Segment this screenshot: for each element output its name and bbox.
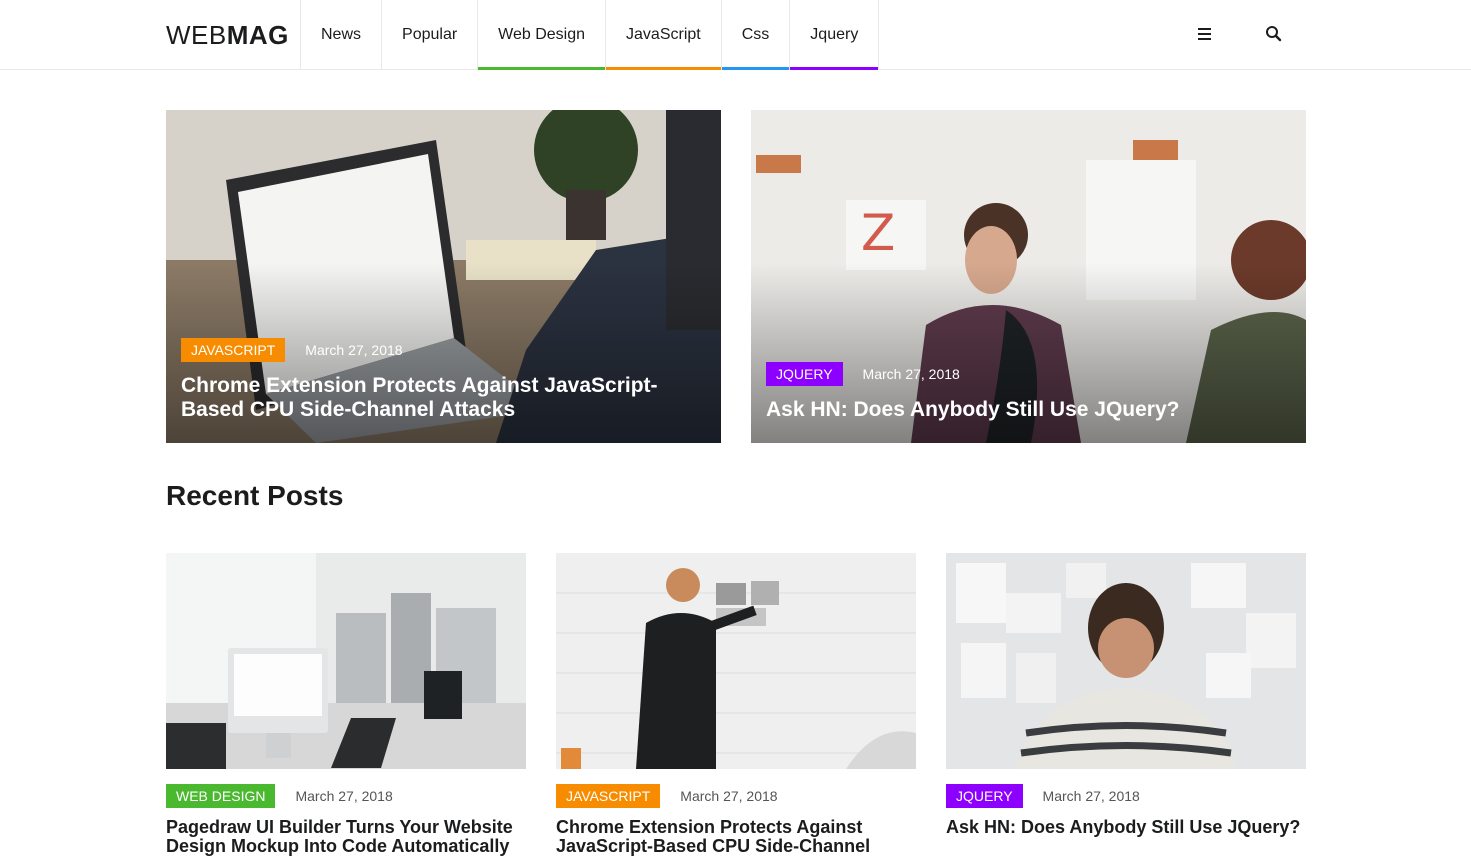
nav-item-label: Popular xyxy=(402,25,458,43)
post-title[interactable]: Chrome Extension Protects Against JavaSc… xyxy=(556,818,916,856)
post-title[interactable]: Ask HN: Does Anybody Still Use JQuery? xyxy=(946,818,1306,837)
site-logo[interactable]: WEBMAG xyxy=(166,20,289,51)
site-header: WEBMAG News Popular Web Design JavaScrip… xyxy=(0,0,1471,70)
nav-item-jquery[interactable]: Jquery xyxy=(789,0,880,70)
main-nav: News Popular Web Design JavaScript Css J… xyxy=(300,0,880,70)
post-thumbnail[interactable] xyxy=(556,553,916,769)
recent-post-card: Jquery March 27, 2018 Ask HN: Does Anybo… xyxy=(946,553,1306,837)
nav-underline-css xyxy=(721,67,790,70)
nav-item-news[interactable]: News xyxy=(300,0,381,69)
nav-underline-jquery xyxy=(790,67,879,70)
post-thumbnail[interactable] xyxy=(166,553,526,769)
post-meta: Web Design March 27, 2018 xyxy=(166,784,526,808)
nav-item-label: Css xyxy=(741,25,770,43)
post-meta: JavaScript March 27, 2018 xyxy=(556,784,916,808)
featured-title[interactable]: Ask HN: Does Anybody Still Use JQuery? xyxy=(766,398,1266,422)
post-meta: Jquery March 27, 2018 xyxy=(946,784,1306,808)
featured-post-card[interactable]: Z Jquery March 27, 2018 Ask HN: Does Any… xyxy=(751,110,1306,443)
post-title[interactable]: Pagedraw UI Builder Turns Your Website D… xyxy=(166,818,526,856)
search-icon[interactable] xyxy=(1264,24,1284,44)
category-badge-jquery[interactable]: Jquery xyxy=(766,362,843,386)
nav-item-label: JavaScript xyxy=(626,25,701,43)
post-date: March 27, 2018 xyxy=(305,342,403,358)
post-date: March 27, 2018 xyxy=(862,366,960,382)
nav-item-label: Jquery xyxy=(810,25,859,43)
logo-light-text: WEB xyxy=(166,20,227,50)
category-badge-jquery[interactable]: Jquery xyxy=(946,784,1023,808)
featured-meta: JavaScript March 27, 2018 xyxy=(181,338,403,362)
post-thumbnail[interactable] xyxy=(946,553,1306,769)
nav-item-popular[interactable]: Popular xyxy=(381,0,477,69)
logo-bold-text: MAG xyxy=(226,20,289,50)
post-date: March 27, 2018 xyxy=(680,788,778,804)
post-date: March 27, 2018 xyxy=(295,788,393,804)
nav-item-label: Web Design xyxy=(498,25,586,43)
nav-item-label: News xyxy=(321,25,362,43)
post-date: March 27, 2018 xyxy=(1042,788,1140,804)
category-badge-javascript[interactable]: JavaScript xyxy=(556,784,661,808)
nav-underline-javascript xyxy=(606,67,721,70)
recent-post-card: Web Design March 27, 2018 Pagedraw UI Bu… xyxy=(166,553,526,856)
hamburger-menu-icon[interactable] xyxy=(1196,24,1216,44)
section-title-recent-posts: Recent Posts xyxy=(166,480,344,511)
nav-underline-web-design xyxy=(478,67,606,70)
featured-meta: Jquery March 27, 2018 xyxy=(766,362,960,386)
featured-post-card[interactable]: JavaScript March 27, 2018 Chrome Extensi… xyxy=(166,110,721,443)
recent-post-card: JavaScript March 27, 2018 Chrome Extensi… xyxy=(556,553,916,856)
svg-text:Z: Z xyxy=(861,204,895,262)
nav-item-web-design[interactable]: Web Design xyxy=(477,0,606,70)
category-badge-web-design[interactable]: Web Design xyxy=(166,784,276,808)
nav-item-css[interactable]: Css xyxy=(720,0,790,70)
nav-item-javascript[interactable]: JavaScript xyxy=(605,0,721,70)
featured-title[interactable]: Chrome Extension Protects Against JavaSc… xyxy=(181,374,681,422)
category-badge-javascript[interactable]: JavaScript xyxy=(181,338,286,362)
